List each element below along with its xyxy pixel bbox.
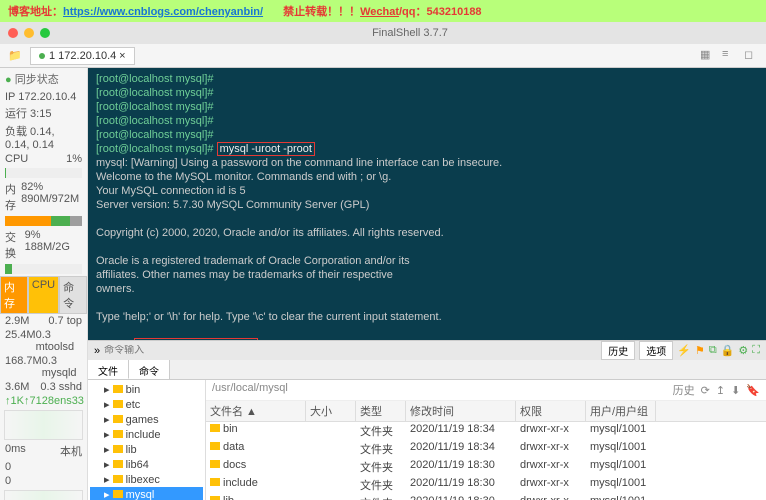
file-manager: ▸ bin▸ etc▸ games▸ include▸ lib▸ lib64▸ … bbox=[88, 380, 766, 500]
prompt-icon: » bbox=[94, 345, 100, 357]
bookmark-icon[interactable]: 🔖 bbox=[746, 384, 760, 397]
options-button[interactable]: 选项 bbox=[639, 341, 673, 360]
file-row[interactable]: include文件夹2020/11/19 18:30drwxr-xr-xmysq… bbox=[206, 476, 766, 494]
terminal[interactable]: [root@localhost mysql]# [root@localhost … bbox=[88, 68, 766, 340]
max-dot[interactable] bbox=[40, 28, 50, 38]
bottom-tabs: 文件 命令 bbox=[88, 360, 766, 380]
flag-icon[interactable]: ⚑ bbox=[695, 344, 705, 357]
window-titlebar: FinalShell 3.7.7 bbox=[0, 22, 766, 44]
tree-node[interactable]: ▸ games bbox=[90, 412, 203, 427]
file-row[interactable]: docs文件夹2020/11/19 18:30drwxr-xr-xmysql/1… bbox=[206, 458, 766, 476]
proc-row: 168.7M0.3 mysqld bbox=[0, 354, 87, 380]
tree-node[interactable]: ▸ lib bbox=[90, 442, 203, 457]
list-icon[interactable]: ≡ bbox=[722, 48, 738, 64]
window-title: FinalShell 3.7.7 bbox=[62, 27, 758, 39]
highlighted-cmd1: mysql -uroot -proot bbox=[217, 142, 315, 156]
history-link[interactable]: 历史 bbox=[673, 382, 695, 398]
blog-link[interactable]: https://www.cnblogs.com/chenyanbin/ bbox=[63, 6, 263, 18]
proc-row: 3.6M0.3 sshd bbox=[0, 380, 87, 394]
folder-icon[interactable]: 📁 bbox=[6, 47, 24, 65]
close-dot[interactable] bbox=[8, 28, 18, 38]
highlighted-cmd2: drop user 'ybchen'@'%'; bbox=[134, 338, 257, 340]
grid-icon[interactable]: ▦ bbox=[700, 48, 716, 64]
tree-node[interactable]: ▸ etc bbox=[90, 397, 203, 412]
tab-commands[interactable]: 命令 bbox=[129, 360, 170, 379]
refresh-icon[interactable]: ⟳ bbox=[701, 384, 710, 397]
close-icon[interactable]: × bbox=[119, 50, 125, 62]
terminal-input-bar: » 历史 选项 ⚡ ⚑ ⧉ 🔒 ⚙ ⛶ bbox=[88, 340, 766, 360]
folder-tree[interactable]: ▸ bin▸ etc▸ games▸ include▸ lib▸ lib64▸ … bbox=[88, 380, 206, 500]
file-header: 文件名 ▲大小类型修改时间权限用户/用户组 bbox=[206, 401, 766, 422]
file-row[interactable]: bin文件夹2020/11/19 18:34drwxr-xr-xmysql/10… bbox=[206, 422, 766, 440]
history-button[interactable]: 历史 bbox=[601, 341, 635, 360]
min-dot[interactable] bbox=[24, 28, 34, 38]
tree-node[interactable]: ▸ libexec bbox=[90, 472, 203, 487]
tab-files[interactable]: 文件 bbox=[88, 360, 129, 379]
expand-icon[interactable]: ⛶ bbox=[752, 344, 760, 357]
tree-node[interactable]: ▸ bin bbox=[90, 382, 203, 397]
window-icon[interactable]: ◻ bbox=[744, 48, 760, 64]
file-row[interactable]: lib文件夹2020/11/19 18:30drwxr-xr-xmysql/10… bbox=[206, 494, 766, 500]
download-icon[interactable]: ⬇ bbox=[731, 384, 740, 397]
tree-node[interactable]: ▸ mysql bbox=[90, 487, 203, 500]
bolt-icon[interactable]: ⚡ bbox=[677, 344, 691, 357]
tree-node[interactable]: ▸ include bbox=[90, 427, 203, 442]
lock-icon[interactable]: 🔒 bbox=[721, 344, 735, 357]
session-tab[interactable]: 1 172.20.10.4 × bbox=[30, 47, 135, 65]
path-display: /usr/local/mysql bbox=[212, 382, 288, 398]
tree-node[interactable]: ▸ lib64 bbox=[90, 457, 203, 472]
toolbar: 📁 1 172.20.10.4 × ▦ ≡ ◻ bbox=[0, 44, 766, 68]
up-icon[interactable]: ↥ bbox=[716, 384, 725, 397]
gear-icon[interactable]: ⚙ bbox=[738, 344, 748, 357]
file-row[interactable]: data文件夹2020/11/19 18:34drwxr-xr-xmysql/1… bbox=[206, 440, 766, 458]
sidebar: ● 同步状态 IP 172.20.10.4 运行 3:15 负载 0.14, 0… bbox=[0, 68, 88, 500]
blog-banner: 博客地址：https://www.cnblogs.com/chenyanbin/… bbox=[0, 0, 766, 22]
proc-row: 2.9M0.7 top bbox=[0, 314, 87, 328]
sparkline2 bbox=[4, 490, 83, 500]
command-input[interactable] bbox=[104, 345, 597, 356]
proc-row: 25.4M0.3 mtoolsd bbox=[0, 328, 87, 354]
sparkline bbox=[4, 410, 83, 440]
copy-icon[interactable]: ⧉ bbox=[709, 344, 717, 357]
